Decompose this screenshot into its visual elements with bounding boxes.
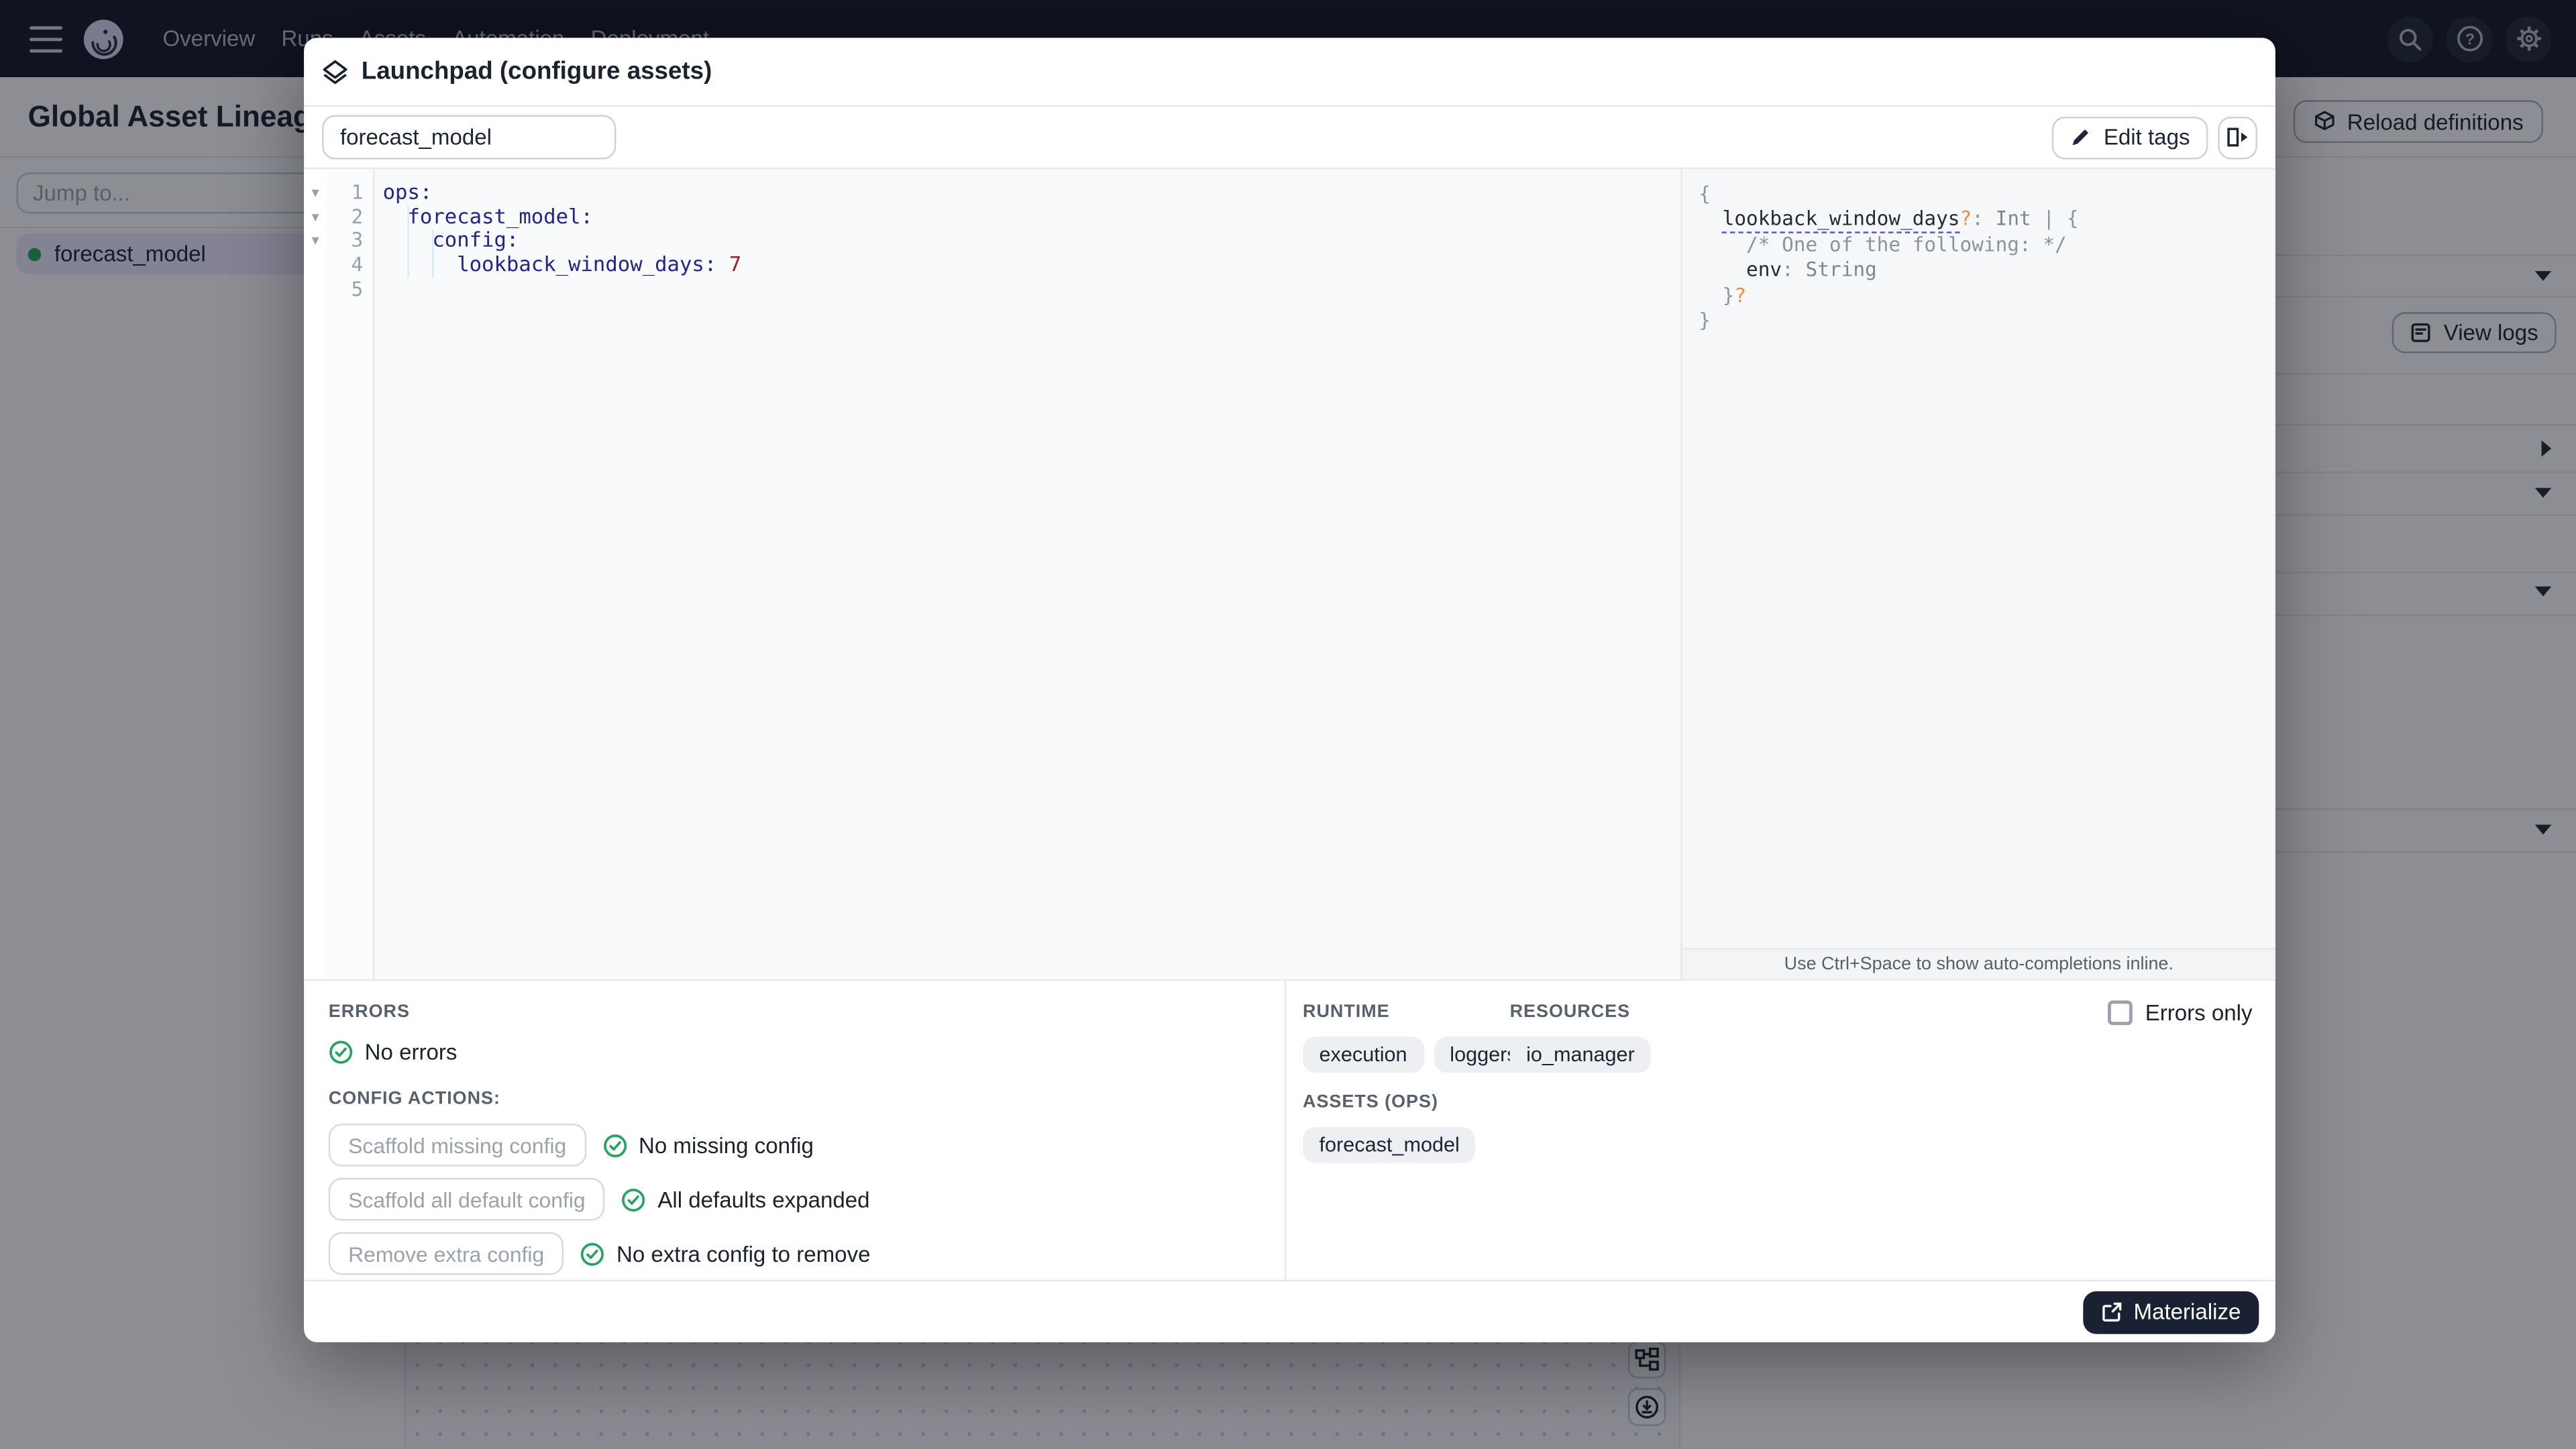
dialog-footer: Materialize xyxy=(304,1279,2275,1342)
config-editor: ▾ ▾ ▾ 12345 ops: forecast_model: config: l… xyxy=(304,169,2275,981)
op-selector-input[interactable] xyxy=(322,115,616,160)
errors-and-actions: ERRORS No errors CONFIG ACTIONS: Scaffol… xyxy=(304,981,1287,1280)
schema-line: /* One of the following: */ xyxy=(1746,233,2067,256)
fold-arrow-icon[interactable]: ▾ xyxy=(304,229,327,253)
edit-tags-button[interactable]: Edit tags xyxy=(2052,115,2208,159)
config-action-status: No extra config to remove xyxy=(580,1241,871,1266)
autocomplete-hint: Use Ctrl+Space to show auto-completions … xyxy=(1682,948,2275,979)
fold-gutter: ▾ ▾ ▾ xyxy=(304,169,327,979)
config-action-rows: Scaffold missing config No missing config… xyxy=(328,1124,1285,1275)
runtime-tags: execution loggers xyxy=(1303,1036,1534,1073)
expand-panel-button[interactable] xyxy=(2218,115,2257,159)
config-action-status-label: All defaults expanded xyxy=(657,1187,870,1212)
resources-heading: RESOURCES xyxy=(1509,1002,1631,1022)
check-circle-icon xyxy=(622,1187,645,1211)
errors-status-label: No errors xyxy=(364,1040,458,1065)
indent-guide xyxy=(432,229,434,278)
runtime-heading: RUNTIME xyxy=(1303,1002,1390,1022)
config-action-status: No missing config xyxy=(602,1132,814,1158)
edit-tags-label: Edit tags xyxy=(2103,125,2190,150)
fold-arrow-icon[interactable] xyxy=(304,253,327,277)
launchpad-dialog: Launchpad (configure assets) Edit tags ▾… xyxy=(304,38,2275,1342)
pencil-icon xyxy=(2073,129,2090,146)
schema-panel: { lookback_window_days?: Int | { /* One … xyxy=(1680,169,2275,979)
line-number: 3 xyxy=(351,229,364,252)
schema-line: lookback_window_days?: Int | { xyxy=(1682,207,2275,234)
code-line: ops: xyxy=(382,178,433,204)
line-number: 4 xyxy=(351,253,364,276)
errors-only-checkbox[interactable] xyxy=(2107,1000,2133,1026)
config-actions-heading: CONFIG ACTIONS: xyxy=(328,1089,500,1110)
run-structure-section: RUNTIME execution loggers RESOURCES io_ma… xyxy=(1287,981,2275,1280)
materialize-button[interactable]: Materialize xyxy=(2082,1290,2259,1334)
schema-line: env: String xyxy=(1746,258,1877,282)
assets-ops-heading: ASSETS (OPS) xyxy=(1303,1092,1438,1112)
dialog-title: Launchpad (configure assets) xyxy=(361,57,712,86)
viewport: OverviewRunsAssetsAutomationDeployment ? xyxy=(0,0,2576,1449)
check-circle-icon xyxy=(603,1133,627,1157)
code-line: forecast_model: xyxy=(407,203,593,228)
errors-heading: ERRORS xyxy=(328,1002,410,1022)
scaffold-all-default-config-button[interactable]: Scaffold all default config xyxy=(328,1177,605,1221)
config-action-status-label: No missing config xyxy=(638,1132,814,1158)
code-line: config: xyxy=(432,227,519,252)
config-action-row: Scaffold all default config All defaults … xyxy=(328,1177,1285,1221)
errors-status: No errors xyxy=(329,1040,1285,1065)
panel-expand-icon xyxy=(2227,127,2248,147)
dialog-bottom-section: ERRORS No errors CONFIG ACTIONS: Scaffol… xyxy=(304,981,2275,1280)
indent-guide xyxy=(407,205,409,278)
resource-tag[interactable]: io_manager xyxy=(1509,1036,1652,1073)
line-number: 5 xyxy=(351,277,364,301)
errors-only-control: Errors only xyxy=(2107,1000,2253,1026)
errors-only-label: Errors only xyxy=(2145,1000,2253,1026)
fold-arrow-icon[interactable]: ▾ xyxy=(304,205,327,229)
resource-tags: io_manager xyxy=(1509,1036,1652,1073)
line-number: 1 xyxy=(351,180,364,204)
config-action-row: Remove extra config No extra config to re… xyxy=(328,1232,1285,1275)
scaffold-missing-config-button[interactable]: Scaffold missing config xyxy=(328,1124,586,1167)
config-action-status: All defaults expanded xyxy=(621,1187,870,1212)
line-numbers: 12345 xyxy=(327,169,375,979)
materialize-label: Materialize xyxy=(2133,1299,2241,1324)
external-link-icon xyxy=(2102,1302,2121,1322)
launchpad-layers-icon xyxy=(323,59,347,84)
config-action-status-label: No extra config to remove xyxy=(616,1241,871,1266)
asset-op-tag[interactable]: forecast_model xyxy=(1303,1127,1477,1163)
line-number: 2 xyxy=(351,205,364,228)
dialog-toolbar: Edit tags xyxy=(304,107,2275,170)
asset-op-tags: forecast_model xyxy=(1303,1127,2275,1163)
runtime-tag[interactable]: execution xyxy=(1303,1036,1424,1073)
schema-line: } xyxy=(1699,309,1711,332)
dialog-header: Launchpad (configure assets) xyxy=(304,38,2275,107)
fold-arrow-icon[interactable] xyxy=(304,277,327,301)
fold-arrow-icon[interactable]: ▾ xyxy=(304,180,327,205)
config-action-row: Scaffold missing config No missing config xyxy=(328,1124,1285,1167)
check-circle-icon xyxy=(329,1040,353,1064)
remove-extra-config-button[interactable]: Remove extra config xyxy=(328,1232,564,1275)
schema-line: { xyxy=(1699,182,1711,206)
code-line: lookback_window_days: 7 xyxy=(457,251,742,276)
schema-line: }? xyxy=(1722,283,1747,307)
check-circle-icon xyxy=(581,1242,604,1265)
code-area[interactable]: ops: forecast_model: config: lookback_wi… xyxy=(374,169,1681,979)
